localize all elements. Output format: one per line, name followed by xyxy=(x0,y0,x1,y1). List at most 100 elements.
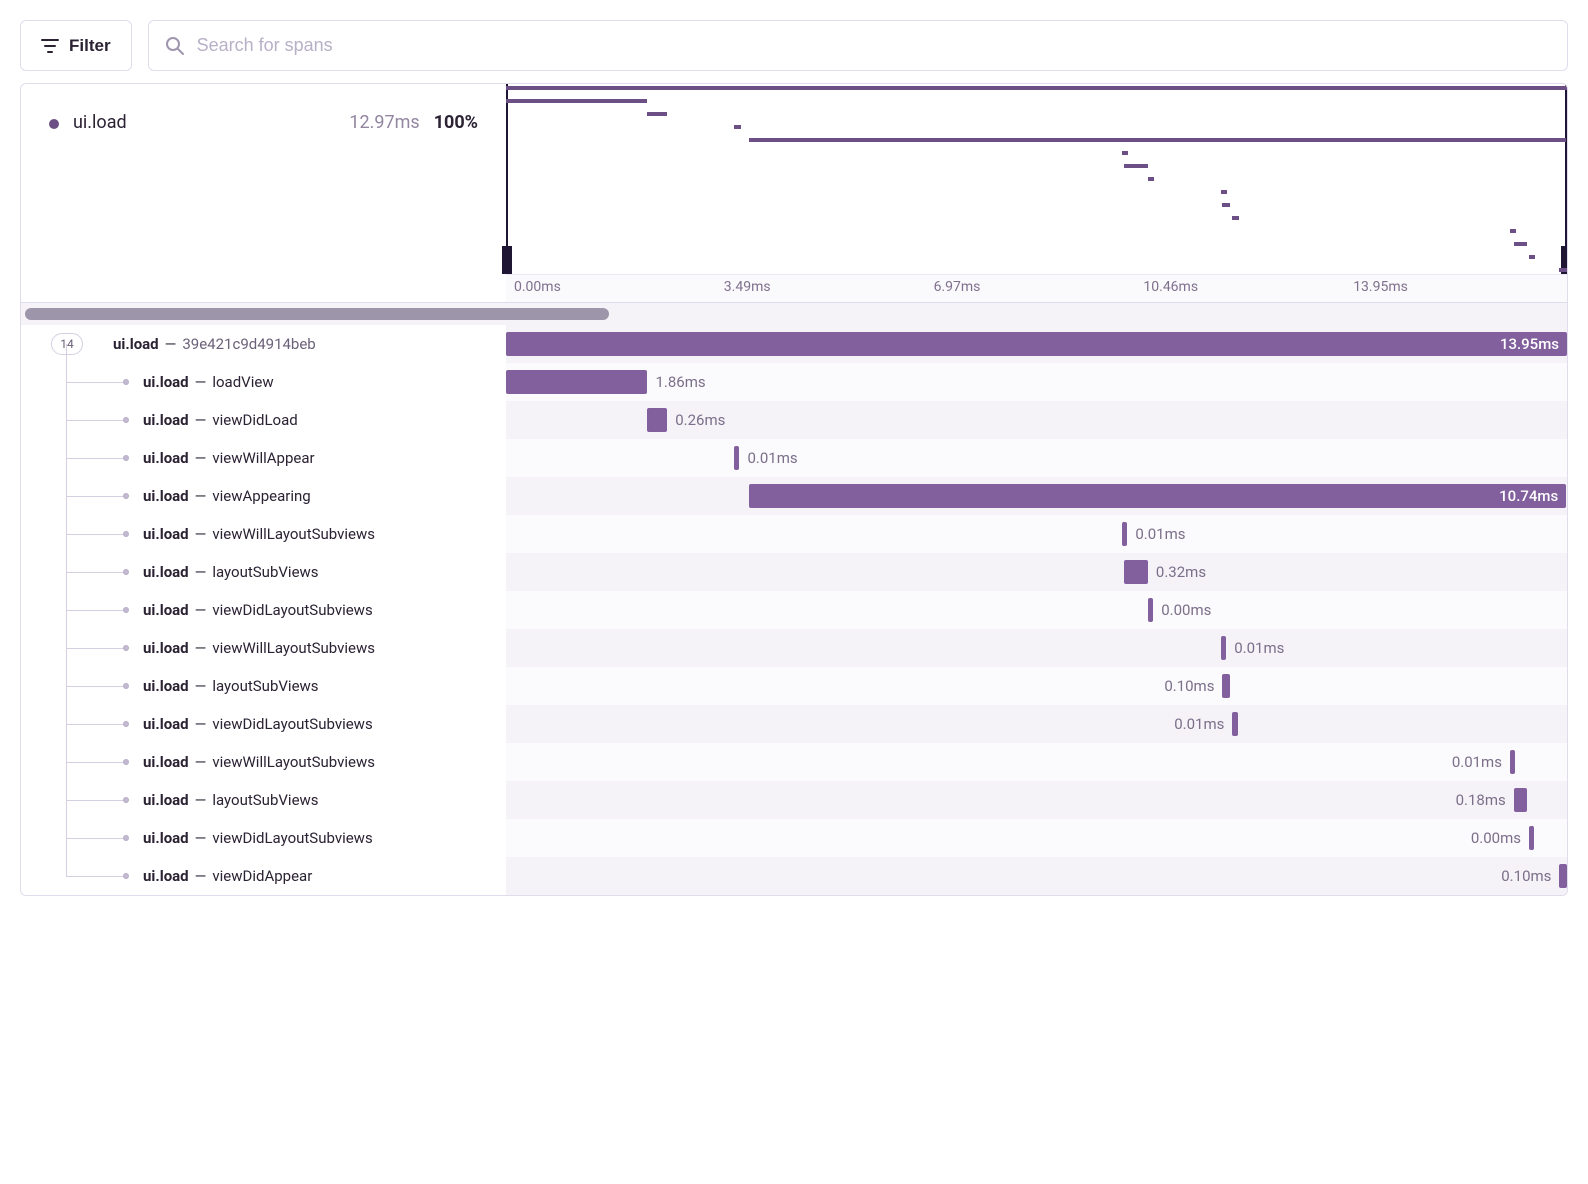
span-bar-cell[interactable]: 0.32ms xyxy=(506,553,1567,591)
minimap-track xyxy=(1510,229,1516,233)
span-op: ui.load xyxy=(143,601,189,619)
span-row[interactable]: ui.load — viewWillLayoutSubviews 0.01ms xyxy=(21,629,1567,667)
span-bar-cell[interactable]: 0.10ms xyxy=(506,857,1567,895)
span-bar[interactable]: 13.95ms xyxy=(506,332,1567,356)
span-label-cell[interactable]: ui.load—viewDidLayoutSubviews xyxy=(21,705,506,743)
tree-gutter xyxy=(21,857,113,895)
minimap[interactable] xyxy=(506,84,1567,274)
search-field-wrapper[interactable] xyxy=(148,20,1568,71)
minimap-handle-left[interactable] xyxy=(502,246,512,274)
span-bar[interactable] xyxy=(506,370,647,394)
span-duration-label: 0.00ms xyxy=(1161,601,1211,619)
span-bar[interactable] xyxy=(1148,598,1153,622)
span-row[interactable]: ui.load—layoutSubViews0.32ms xyxy=(21,553,1567,591)
tree-gutter: 14 xyxy=(21,325,113,363)
child-count-badge[interactable]: 14 xyxy=(51,333,83,355)
span-description: viewDidAppear xyxy=(212,867,312,885)
span-bar-cell[interactable]: 0.01ms xyxy=(506,705,1567,743)
span-bar[interactable] xyxy=(1514,788,1528,812)
span-bar[interactable] xyxy=(734,446,739,470)
span-row[interactable]: ui.load—loadView1.86ms xyxy=(21,363,1567,401)
span-bar[interactable] xyxy=(1124,560,1148,584)
span-label-cell[interactable]: ui.load—loadView xyxy=(21,363,506,401)
span-row[interactable]: 14ui.load—39e421c9d4914beb13.95ms xyxy=(21,325,1567,363)
span-bar-cell[interactable]: 10.74ms xyxy=(506,477,1567,515)
span-row[interactable]: ui.load—viewDidAppear0.10ms xyxy=(21,857,1567,895)
scrollbar-thumb[interactable] xyxy=(25,308,609,320)
span-label-cell[interactable]: ui.load—viewDidLayoutSubviews xyxy=(21,819,506,857)
span-label-cell[interactable]: ui.load—layoutSubViews xyxy=(21,781,506,819)
tree-node-dot xyxy=(123,569,129,575)
span-op: ui.load xyxy=(113,335,159,353)
span-row[interactable]: ui.load—viewDidLayoutSubviews 0.00ms xyxy=(21,819,1567,857)
span-bar-cell[interactable]: 1.86ms xyxy=(506,363,1567,401)
span-separator: — xyxy=(195,791,207,809)
span-label-cell[interactable]: ui.load—layoutSubViews xyxy=(21,553,506,591)
span-label-cell[interactable]: ui.load—viewAppearing xyxy=(21,477,506,515)
span-bar-cell[interactable]: 0.01ms xyxy=(506,629,1567,667)
span-label-cell[interactable]: ui.load — viewWillLayoutSubviews xyxy=(21,629,506,667)
span-bar[interactable] xyxy=(1232,712,1237,736)
span-bar[interactable] xyxy=(1529,826,1534,850)
tree-node-dot xyxy=(123,493,129,499)
span-op: ui.load xyxy=(143,677,189,695)
tree-node-dot xyxy=(123,797,129,803)
span-separator: — xyxy=(195,715,207,733)
span-duration-label: 13.95ms xyxy=(1500,335,1559,353)
horizontal-scrollbar[interactable] xyxy=(21,303,1567,325)
span-description: viewDidLayoutSubviews xyxy=(212,829,372,847)
span-row[interactable]: ui.load—viewAppearing 10.74ms xyxy=(21,477,1567,515)
span-bar-cell[interactable]: 0.18ms xyxy=(506,781,1567,819)
minimap-track xyxy=(1124,164,1148,168)
span-row[interactable]: ui.load—layoutSubViews0.10ms xyxy=(21,667,1567,705)
span-row[interactable]: ui.load—viewWillLayoutSubviews0.01ms xyxy=(21,743,1567,781)
span-bar-cell[interactable]: 0.01ms xyxy=(506,515,1567,553)
search-input[interactable] xyxy=(197,21,1551,70)
span-duration-label: 0.01ms xyxy=(747,449,797,467)
minimap-track xyxy=(1122,151,1128,155)
span-label-cell[interactable]: ui.load—layoutSubViews xyxy=(21,667,506,705)
span-duration-label: 0.01ms xyxy=(1135,525,1185,543)
span-bar-cell[interactable]: 13.95ms xyxy=(506,325,1567,363)
span-label-cell[interactable]: ui.load—viewWillLayoutSubviews xyxy=(21,515,506,553)
span-row[interactable]: ui.load—viewWillLayoutSubviews 0.01ms xyxy=(21,515,1567,553)
span-row[interactable]: ui.load—viewDidLayoutSubviews 0.00ms xyxy=(21,591,1567,629)
span-bar[interactable]: 10.74ms xyxy=(749,484,1566,508)
span-bar[interactable] xyxy=(1510,750,1515,774)
span-bar[interactable] xyxy=(1559,864,1567,888)
span-row[interactable]: ui.load—viewDidLayoutSubviews0.01ms xyxy=(21,705,1567,743)
span-duration-label: 0.00ms xyxy=(1471,829,1521,847)
span-bar[interactable] xyxy=(1221,636,1226,660)
span-description: viewWillLayoutSubviews xyxy=(212,639,375,657)
span-bar[interactable] xyxy=(647,408,667,432)
span-label-cell[interactable]: ui.load—viewWillAppear xyxy=(21,439,506,477)
span-row[interactable]: ui.load—viewWillAppear 0.01ms xyxy=(21,439,1567,477)
span-bar-cell[interactable]: 0.00ms xyxy=(506,819,1567,857)
span-label-cell[interactable]: ui.load—viewDidAppear xyxy=(21,857,506,895)
span-bar-cell[interactable]: 0.01ms xyxy=(506,743,1567,781)
span-separator: — xyxy=(195,639,207,657)
span-description: viewDidLayoutSubviews xyxy=(212,715,372,733)
tree-gutter xyxy=(21,439,113,477)
span-op: ui.load xyxy=(143,639,189,657)
span-bar-cell[interactable]: 0.00ms xyxy=(506,591,1567,629)
span-bar-cell[interactable]: 0.26ms xyxy=(506,401,1567,439)
span-bar[interactable] xyxy=(1122,522,1127,546)
span-bar[interactable] xyxy=(1222,674,1230,698)
trace-panel: ui.load 12.97ms 100% 0.00ms3.49ms6.97ms1… xyxy=(20,83,1568,896)
span-row[interactable]: ui.load—layoutSubViews0.18ms xyxy=(21,781,1567,819)
span-op: ui.load xyxy=(143,449,189,467)
span-bar-cell[interactable]: 0.01ms xyxy=(506,439,1567,477)
span-description: layoutSubViews xyxy=(212,563,318,581)
span-label-cell[interactable]: ui.load—viewDidLayoutSubviews xyxy=(21,591,506,629)
span-op: ui.load xyxy=(143,411,189,429)
span-label-cell[interactable]: ui.load—viewDidLoad xyxy=(21,401,506,439)
span-label-cell[interactable]: ui.load—viewWillLayoutSubviews xyxy=(21,743,506,781)
span-row[interactable]: ui.load—viewDidLoad0.26ms xyxy=(21,401,1567,439)
span-description: loadView xyxy=(212,373,273,391)
span-separator: — xyxy=(195,373,207,391)
axis-tick: 10.46ms xyxy=(1143,279,1353,302)
span-bar-cell[interactable]: 0.10ms xyxy=(506,667,1567,705)
filter-button[interactable]: Filter xyxy=(20,20,132,71)
span-label-cell[interactable]: 14ui.load—39e421c9d4914beb xyxy=(21,325,506,363)
